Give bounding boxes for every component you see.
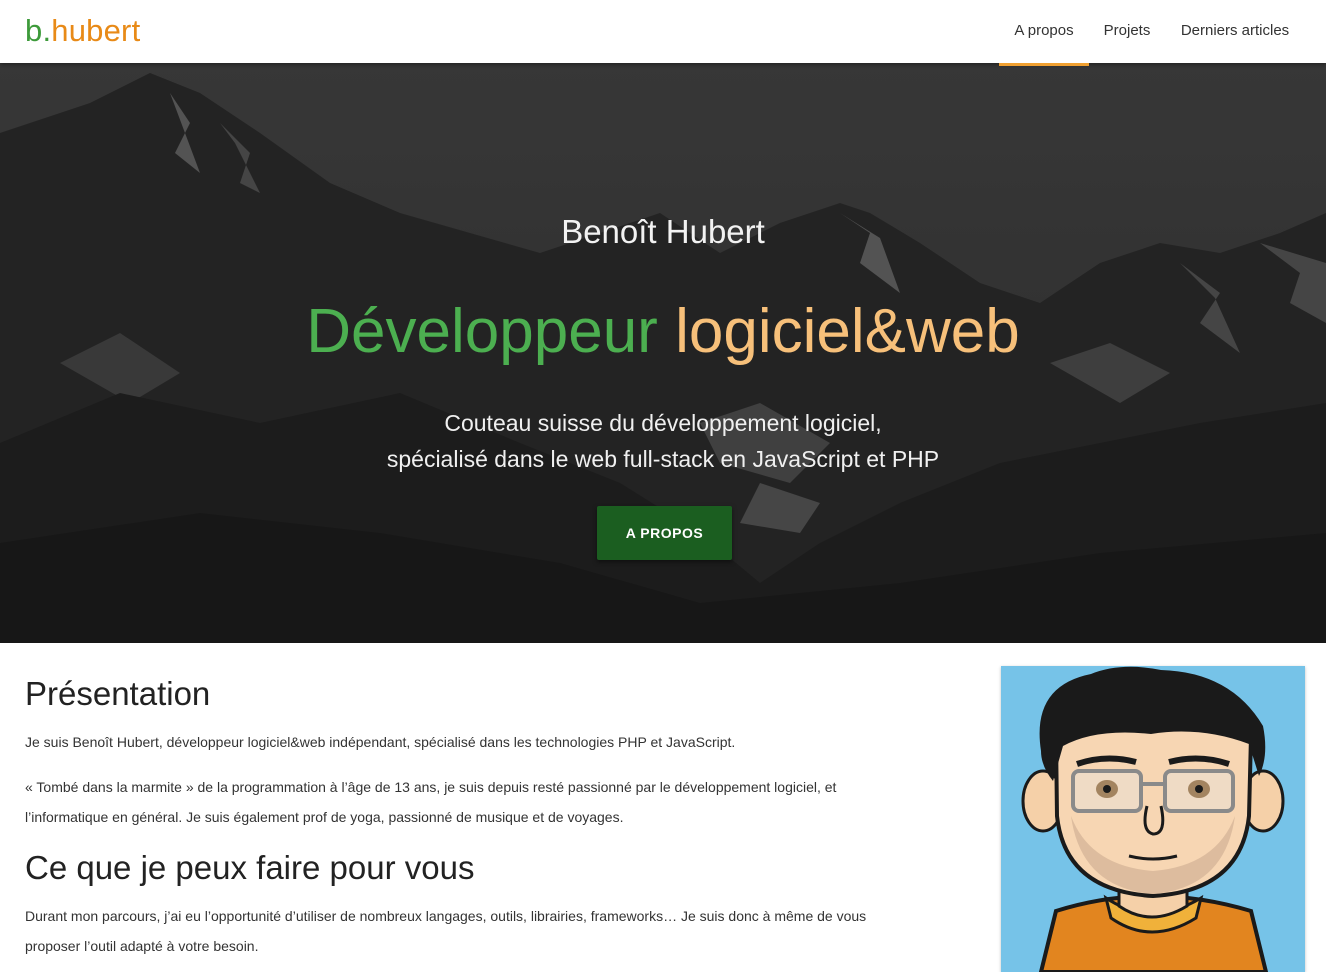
nav-item-derniers-articles[interactable]: Derniers articles (1170, 0, 1300, 63)
logo-hubert: hubert (51, 13, 141, 48)
hero-subtitle: Couteau suisse du développement logiciel… (0, 405, 1326, 477)
main-content: Présentation Je suis Benoît Hubert, déve… (0, 643, 1326, 972)
hero-subtitle-line-1: Couteau suisse du développement logiciel… (444, 410, 882, 436)
services-paragraph: Durant mon parcours, j’ai eu l’opportuni… (25, 901, 925, 961)
hero-subtitle-line-2: spécialisé dans le web full-stack en Jav… (386, 446, 940, 472)
top-navbar: b.hubert A propos Projets Derniers artic… (0, 0, 1326, 66)
presentation-paragraph-2-line-1: « Tombé dans la marmite » de la programm… (25, 779, 837, 795)
hero-title-developpeur: Développeur (306, 297, 658, 366)
logo-b: b (25, 13, 43, 48)
hero-name: Benoît Hubert (561, 213, 765, 250)
presentation-heading: Présentation (25, 675, 211, 712)
hero-title-logiciel-web: logiciel&web (675, 297, 1020, 366)
nav-item-projets[interactable]: Projets (1095, 0, 1159, 63)
avatar-portrait (1001, 666, 1305, 972)
presentation-paragraph-1: Je suis Benoît Hubert, développeur logic… (25, 734, 736, 750)
hero-title: Développeur logiciel&web (0, 296, 1326, 368)
logo-dot: . (42, 13, 52, 48)
hero-section: Benoît Hubert Développeur logiciel&web C… (0, 63, 1326, 643)
nav-item-a-propos[interactable]: A propos (999, 0, 1089, 66)
a-propos-button[interactable]: A PROPOS (597, 506, 732, 560)
services-paragraph-line-1: Durant mon parcours, j’ai eu l’opportuni… (25, 908, 867, 924)
services-paragraph-line-2: proposer l’outil adapté à votre besoin. (25, 938, 259, 954)
presentation-paragraph-2-line-2: l’informatique en général. Je suis égale… (25, 809, 624, 825)
services-heading: Ce que je peux faire pour vous (25, 849, 475, 886)
presentation-paragraph-2: « Tombé dans la marmite » de la programm… (25, 772, 925, 832)
site-logo[interactable]: b.hubert (25, 12, 140, 50)
